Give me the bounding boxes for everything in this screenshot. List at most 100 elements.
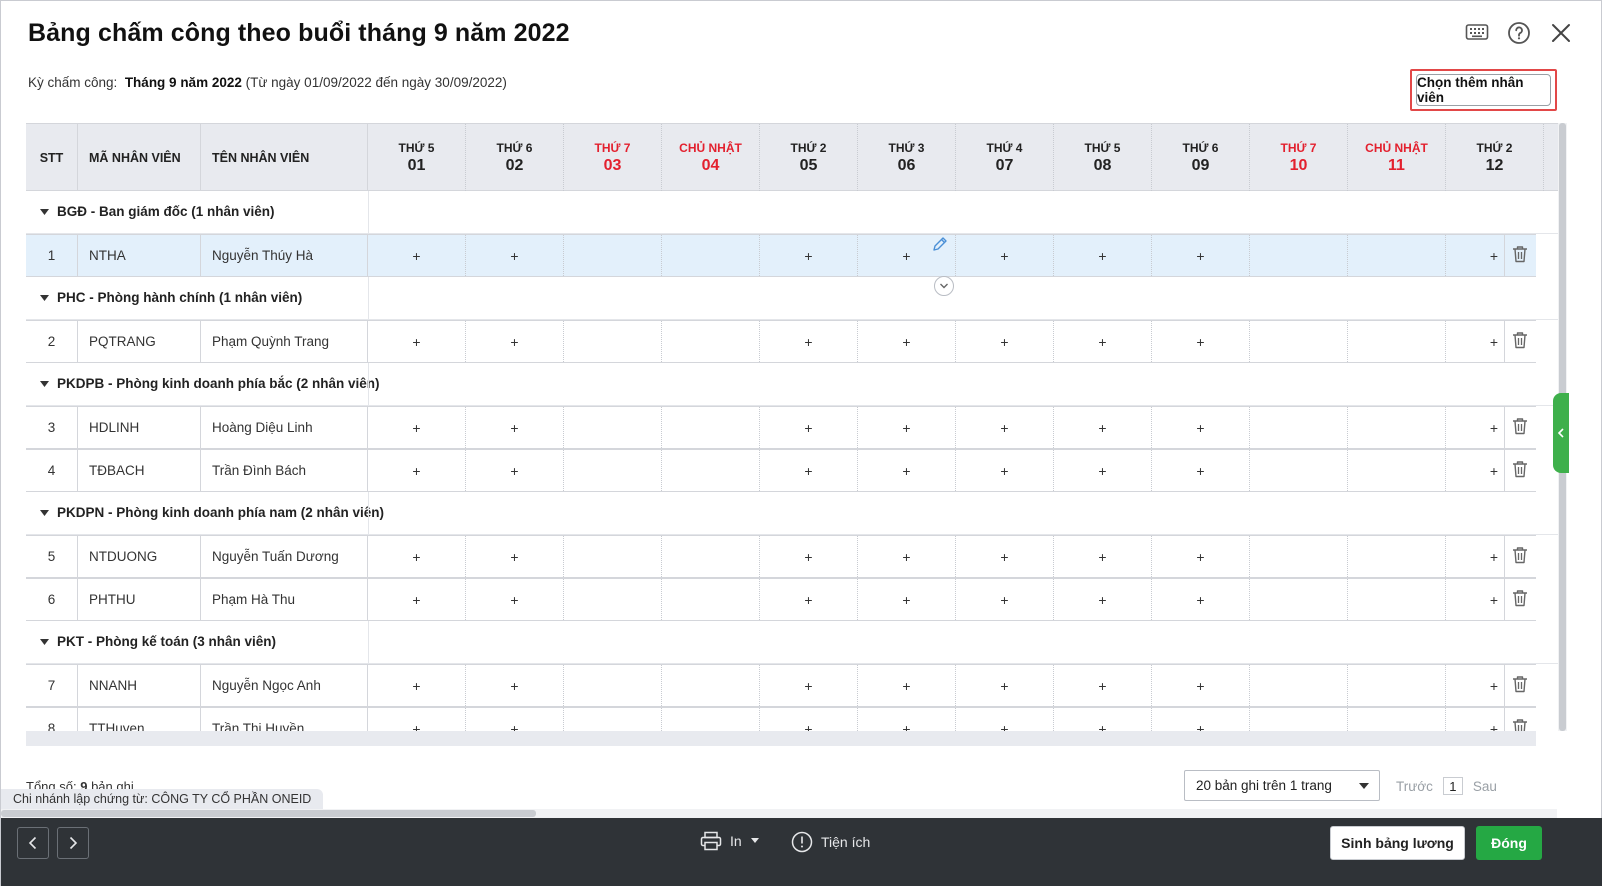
attendance-cell[interactable]: + [368,536,466,577]
attendance-cell[interactable]: + [956,665,1054,706]
table-row[interactable]: 1 NTHA Nguyễn Thúy Hà + + + + + + + + [26,234,1536,277]
prev-record-button[interactable] [17,827,49,859]
attendance-cell[interactable]: + [466,321,564,362]
attendance-cell[interactable]: + [1446,450,1504,491]
attendance-cell[interactable]: + [858,665,956,706]
attendance-cell[interactable]: + [466,665,564,706]
attendance-cell[interactable] [1348,665,1446,706]
table-row[interactable]: 3 HDLINH Hoàng Diệu Linh + + + + + + + + [26,406,1536,449]
attendance-cell[interactable] [1348,450,1446,491]
attendance-cell[interactable]: + [466,450,564,491]
attendance-cell[interactable]: + [368,450,466,491]
attendance-cell[interactable]: + [956,235,1054,276]
attendance-cell[interactable]: + [858,579,956,620]
collapse-caret-icon[interactable] [40,208,49,215]
attendance-cell[interactable]: + [760,321,858,362]
collapse-caret-icon[interactable] [40,509,49,516]
attendance-cell[interactable] [564,450,662,491]
attendance-cell[interactable] [1250,536,1348,577]
utility-button[interactable]: Tiện ích [791,831,870,853]
close-button[interactable]: Đóng [1476,826,1542,860]
add-employee-button[interactable]: Chọn thêm nhân viên [1416,74,1551,106]
attendance-cell[interactable]: + [1152,536,1250,577]
attendance-cell[interactable]: + [1152,235,1250,276]
attendance-cell[interactable]: + [760,536,858,577]
attendance-cell[interactable] [662,450,760,491]
horizontal-scroll-thumb[interactable] [1,810,536,817]
delete-row-icon[interactable] [1512,546,1528,566]
attendance-cell[interactable]: + [956,407,1054,448]
attendance-cell[interactable]: + [858,407,956,448]
attendance-cell[interactable]: + [760,450,858,491]
attendance-cell[interactable] [662,321,760,362]
attendance-cell[interactable]: + [1446,579,1504,620]
group-row[interactable]: PKDPN - Phòng kinh doanh phía nam (2 nhâ… [26,492,1567,535]
next-page-link[interactable]: Sau [1473,779,1497,794]
edit-pencil-icon[interactable] [932,236,948,257]
page-size-select[interactable]: 20 bản ghi trên 1 trang [1184,770,1380,801]
attendance-cell[interactable]: + [1152,450,1250,491]
attendance-cell[interactable]: + [1152,407,1250,448]
attendance-cell[interactable] [1250,665,1348,706]
attendance-cell[interactable] [564,579,662,620]
attendance-cell[interactable] [1348,536,1446,577]
attendance-cell[interactable] [1250,450,1348,491]
attendance-cell[interactable] [1250,321,1348,362]
attendance-cell[interactable]: + [760,579,858,620]
group-row[interactable]: PHC - Phòng hành chính (1 nhân viên) [26,277,1567,320]
attendance-cell[interactable]: + [466,235,564,276]
attendance-cell[interactable]: + [466,579,564,620]
attendance-cell[interactable]: + [858,536,956,577]
attendance-cell[interactable]: + [1054,235,1152,276]
attendance-cell[interactable]: + [1054,536,1152,577]
table-row[interactable]: 2 PQTRANG Phạm Quỳnh Trang + + + + + + + + [26,320,1536,363]
attendance-cell[interactable]: + [760,407,858,448]
attendance-cell[interactable]: + [1446,321,1504,362]
table-row[interactable]: 6 PHTHU Phạm Hà Thu + + + + + + + + [26,578,1536,621]
attendance-cell[interactable] [564,235,662,276]
delete-row-icon[interactable] [1512,417,1528,437]
attendance-cell[interactable]: + [956,536,1054,577]
attendance-cell[interactable]: + [466,536,564,577]
group-row[interactable]: BGĐ - Ban giám đốc (1 nhân viên) [26,191,1567,234]
attendance-cell[interactable]: + [1054,407,1152,448]
next-record-button[interactable] [57,827,89,859]
attendance-cell[interactable] [1348,321,1446,362]
attendance-cell[interactable]: + [368,407,466,448]
attendance-cell[interactable]: + [368,321,466,362]
attendance-cell[interactable]: + [760,235,858,276]
attendance-cell[interactable]: + [1152,665,1250,706]
attendance-cell[interactable]: + [858,450,956,491]
attendance-cell[interactable] [564,321,662,362]
attendance-cell[interactable]: + [1054,665,1152,706]
attendance-cell[interactable]: + [466,407,564,448]
keyboard-icon[interactable] [1465,21,1489,45]
delete-row-icon[interactable] [1512,589,1528,609]
delete-row-icon[interactable] [1512,331,1528,351]
table-row[interactable]: 7 NNANH Nguyễn Ngọc Anh + + + + + + + + [26,664,1536,707]
attendance-cell[interactable]: + [1152,321,1250,362]
attendance-cell[interactable]: + [1054,450,1152,491]
delete-row-icon[interactable] [1512,245,1528,265]
help-icon[interactable] [1507,21,1531,45]
attendance-cell[interactable] [1348,579,1446,620]
attendance-cell[interactable]: + [956,579,1054,620]
attendance-cell[interactable]: + [368,579,466,620]
attendance-cell[interactable]: + [1152,579,1250,620]
delete-row-icon[interactable] [1512,675,1528,695]
group-row[interactable]: PKT - Phòng kế toán (3 nhân viên) [26,621,1567,664]
attendance-cell[interactable]: + [1446,407,1504,448]
attendance-cell[interactable]: + [956,450,1054,491]
attendance-cell[interactable]: + [1446,665,1504,706]
attendance-cell[interactable] [564,407,662,448]
attendance-cell[interactable]: + [858,321,956,362]
attendance-cell[interactable]: + [368,235,466,276]
horizontal-scrollbar[interactable] [1,809,1557,818]
attendance-cell[interactable] [1348,235,1446,276]
attendance-cell[interactable]: + [1446,235,1504,276]
attendance-cell[interactable] [564,665,662,706]
side-panel-toggle[interactable] [1553,393,1569,473]
table-row[interactable]: 4 TĐBACH Trần Đình Bách + + + + + + + + [26,449,1536,492]
attendance-cell[interactable] [662,407,760,448]
attendance-cell[interactable] [1250,579,1348,620]
